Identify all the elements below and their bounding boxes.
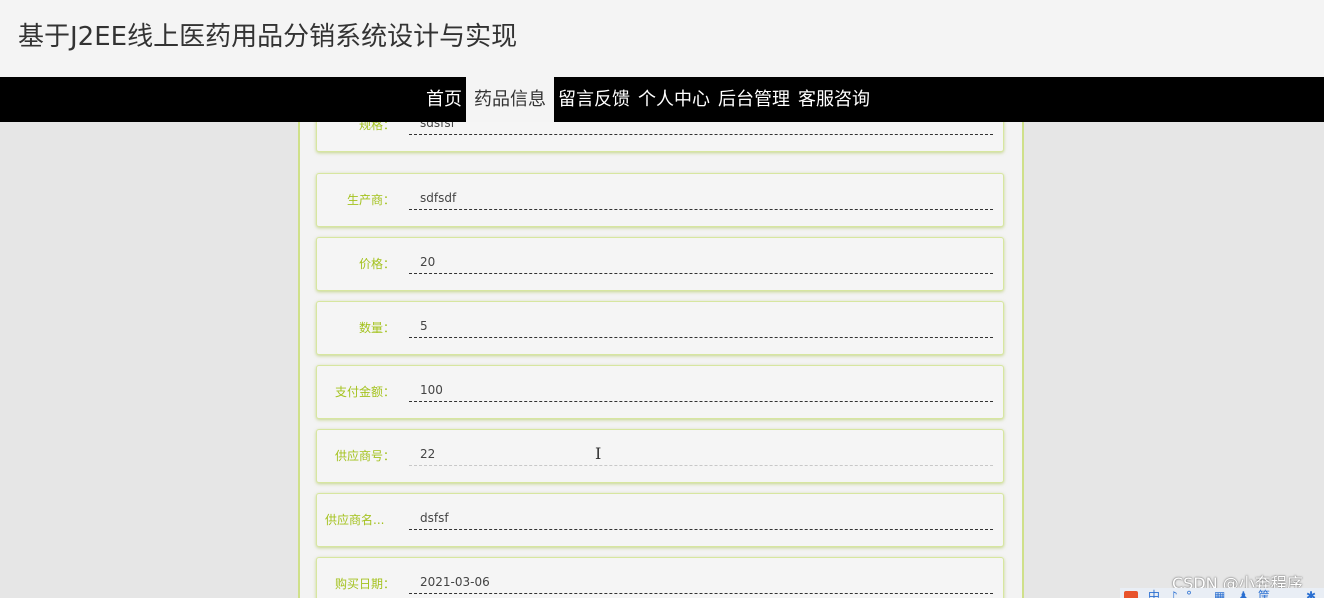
field-label-manufacturer: 生产商：	[346, 193, 395, 207]
main-navbar: 首页 药品信息 留言反馈 个人中心 后台管理 客服咨询	[0, 77, 1324, 122]
field-card-spec: 规格： sdsfsf	[316, 122, 1004, 152]
field-label-supplier-name: 供应商名...	[325, 513, 385, 527]
ime-logo-icon	[1124, 591, 1138, 598]
field-label-supplier-id: 供应商号：	[334, 449, 395, 463]
ime-toolbar[interactable]: 中 ♪ ° ▦ ♟ 筐 ✱	[1120, 588, 1324, 598]
field-card-manufacturer: 生产商： sdfsdf	[316, 173, 1004, 227]
ime-toolbox-icon[interactable]: 筐	[1258, 590, 1270, 598]
nav-item-customer-service[interactable]: 客服咨询	[794, 77, 874, 122]
field-card-price: 价格： 20	[316, 237, 1004, 291]
detail-panel: 规格： sdsfsf 生产商： sdfsdf 价格： 20 数量： 5 支付金额…	[298, 122, 1024, 598]
ime-punctuation-icon[interactable]: ♪	[1170, 590, 1178, 598]
field-value-purchase-date[interactable]: 2021-03-06	[409, 570, 993, 594]
ime-keyboard-icon[interactable]: ▦	[1214, 590, 1225, 598]
field-card-supplier-name: 供应商名... dsfsf	[316, 493, 1004, 547]
ime-chinese-mode-icon[interactable]: 中	[1148, 590, 1160, 598]
field-value-spec[interactable]: sdsfsf	[409, 122, 993, 135]
site-title: 基于J2EE线上医药用品分销系统设计与实现	[18, 22, 518, 52]
field-card-payment-amount: 支付金额： 100	[316, 365, 1004, 419]
nav-item-drug-info[interactable]: 药品信息	[466, 77, 554, 122]
site-header: 基于J2EE线上医药用品分销系统设计与实现	[0, 0, 1324, 77]
field-value-payment-amount[interactable]: 100	[409, 378, 993, 402]
ime-skin-icon[interactable]: ♟	[1238, 590, 1249, 598]
text-cursor-icon: I	[595, 444, 602, 463]
nav-item-feedback[interactable]: 留言反馈	[554, 77, 634, 122]
nav-item-admin[interactable]: 后台管理	[714, 77, 794, 122]
field-value-quantity[interactable]: 5	[409, 314, 993, 338]
field-card-purchase-date: 购买日期： 2021-03-06	[316, 557, 1004, 598]
ime-dot-icon[interactable]: °	[1186, 590, 1192, 598]
nav-items: 首页 药品信息 留言反馈 个人中心 后台管理 客服咨询	[422, 77, 874, 122]
field-value-manufacturer[interactable]: sdfsdf	[409, 186, 993, 210]
field-card-supplier-id: 供应商号： 22	[316, 429, 1004, 483]
field-label-spec: 规格：	[358, 122, 395, 132]
field-value-supplier-id[interactable]: 22	[409, 442, 993, 466]
field-label-quantity: 数量：	[358, 321, 395, 335]
field-card-quantity: 数量： 5	[316, 301, 1004, 355]
field-label-payment-amount: 支付金额：	[334, 385, 395, 399]
field-label-purchase-date: 购买日期：	[334, 577, 395, 591]
nav-item-home[interactable]: 首页	[422, 77, 466, 122]
field-value-price[interactable]: 20	[409, 250, 993, 274]
ime-settings-icon[interactable]: ✱	[1306, 590, 1316, 598]
field-label-price: 价格：	[358, 257, 395, 271]
nav-item-personal-center[interactable]: 个人中心	[634, 77, 714, 122]
field-value-supplier-name[interactable]: dsfsf	[409, 506, 993, 530]
